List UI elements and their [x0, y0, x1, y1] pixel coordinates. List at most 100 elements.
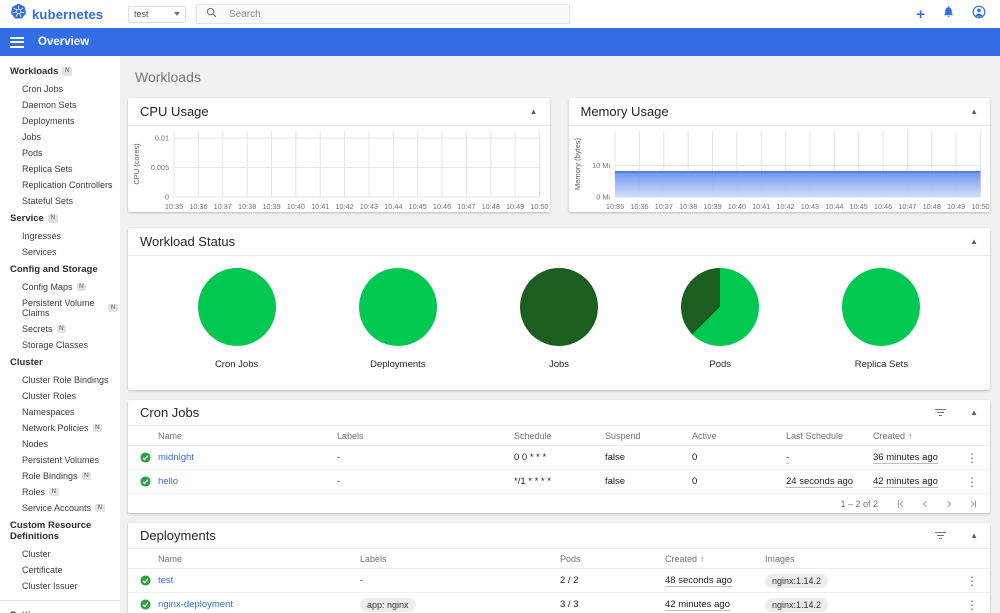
svg-text:10:45: 10:45 [849, 202, 867, 211]
sidebar-item-label: Pods [22, 148, 43, 158]
sidebar-item-stateful-sets[interactable]: Stateful Sets [0, 193, 120, 209]
sidebar-item-ingresses[interactable]: Ingresses [0, 228, 120, 244]
sidebar-group-config-and-storage[interactable]: Config and Storage [0, 260, 120, 279]
resource-link[interactable]: nginx-deployment [158, 599, 233, 610]
sidebar-item-nodes[interactable]: Nodes [0, 436, 120, 452]
sidebar-group-service[interactable]: Service N [0, 209, 120, 228]
sidebar-item-replication-controllers[interactable]: Replication Controllers [0, 177, 120, 193]
pie-chart [681, 268, 760, 346]
create-plus-icon[interactable]: + [916, 7, 925, 22]
sidebar-item-cluster-role-bindings[interactable]: Cluster Role Bindings [0, 372, 120, 388]
sidebar-item-service-accounts[interactable]: Service Accounts N [0, 500, 120, 516]
last-page-icon[interactable] [968, 499, 978, 509]
sidebar-item-certificate[interactable]: Certificate [0, 562, 120, 578]
cell-last-schedule: - [786, 452, 873, 464]
first-page-icon[interactable] [896, 499, 906, 509]
column-header-schedule[interactable]: Schedule [514, 431, 605, 441]
collapse-caret-icon[interactable]: ▲ [970, 237, 978, 246]
sidebar-item-storage-classes[interactable]: Storage Classes [0, 337, 120, 353]
sidebar-item-label: Persistent Volumes [22, 455, 100, 465]
menu-hamburger-icon[interactable] [10, 36, 24, 48]
label-chip: nginx:1.14.2 [765, 597, 829, 612]
column-header-pods[interactable]: Pods [560, 554, 665, 564]
sidebar-item-deployments[interactable]: Deployments [0, 113, 120, 129]
svg-text:10:48: 10:48 [922, 202, 940, 211]
search-input[interactable] [227, 7, 560, 21]
sidebar-item-replica-sets[interactable]: Replica Sets [0, 161, 120, 177]
cell-value: false [605, 452, 626, 463]
cell-name: test [158, 575, 360, 586]
sidebar-item-settings[interactable]: Settings [0, 606, 120, 613]
table-header-row: Name Labels Schedule Suspend Active Last Sche… [128, 426, 990, 446]
namespace-selector[interactable]: test [128, 5, 186, 23]
column-header-name[interactable]: Name [158, 554, 360, 564]
sidebar-item-secrets[interactable]: Secrets N [0, 321, 120, 337]
collapse-caret-icon[interactable]: ▲ [970, 531, 978, 540]
sidebar-item-services[interactable]: Services [0, 244, 120, 260]
svg-text:0.01: 0.01 [155, 134, 169, 143]
cell-value: 2 / 2 [560, 575, 579, 586]
column-header-name[interactable]: Name [158, 431, 337, 441]
sidebar-group-cluster[interactable]: Cluster [0, 353, 120, 372]
cell-value: - [786, 452, 790, 464]
sidebar-item-persistent-volumes[interactable]: Persistent Volumes [0, 452, 120, 468]
cell-suspend: false [605, 452, 692, 463]
sidebar-item-cron-jobs[interactable]: Cron Jobs [0, 81, 120, 97]
sidebar-item-network-policies[interactable]: Network Policies N [0, 420, 120, 436]
sidebar-group-workloads[interactable]: Workloads N [0, 62, 120, 81]
row-kebab-menu-icon[interactable]: ⋮ [954, 451, 990, 465]
resource-link[interactable]: midnight [158, 452, 194, 463]
status-ok-icon [140, 476, 158, 487]
sidebar-item-cluster-issuer[interactable]: Cluster Issuer [0, 578, 120, 594]
row-kebab-menu-icon[interactable]: ⋮ [954, 475, 990, 489]
sidebar-item-roles[interactable]: Roles N [0, 484, 120, 500]
column-header-labels[interactable]: Labels [360, 554, 560, 564]
sidebar-item-cluster-roles[interactable]: Cluster Roles [0, 388, 120, 404]
column-header-last-schedule[interactable]: Last Schedule [786, 431, 873, 441]
sidebar-item-namespaces[interactable]: Namespaces [0, 404, 120, 420]
table-row: test - 2 / 2 48 seconds ago nginx:1.14.2 ⋮ [128, 569, 990, 593]
user-account-icon[interactable] [972, 5, 986, 24]
sidebar-item-cluster[interactable]: Cluster [0, 546, 120, 562]
next-page-icon[interactable] [944, 499, 954, 509]
sidebar-item-persistent-volume-claims[interactable]: Persistent Volume Claims N [0, 295, 120, 321]
pie-label: Jobs [548, 359, 570, 370]
svg-text:10:49: 10:49 [506, 202, 524, 211]
sidebar-group-custom-resource-definitions[interactable]: Custom Resource Definitions [0, 516, 120, 546]
table-row: hello - */1 * * * * false 0 24 seconds ago 42 … [128, 470, 990, 494]
column-header-created[interactable]: Created ↑ [665, 554, 765, 564]
filter-icon[interactable] [935, 408, 947, 417]
previous-page-icon[interactable] [920, 499, 930, 509]
resource-link[interactable]: hello [158, 476, 178, 487]
column-header-labels[interactable]: Labels [337, 431, 514, 441]
column-header-images[interactable]: Images [765, 554, 954, 564]
collapse-caret-icon[interactable]: ▲ [530, 107, 538, 116]
column-header-active[interactable]: Active [692, 431, 786, 441]
column-header-suspend[interactable]: Suspend [605, 431, 692, 441]
sidebar-item-jobs[interactable]: Jobs [0, 129, 120, 145]
collapse-caret-icon[interactable]: ▲ [970, 408, 978, 417]
sidebar-item-role-bindings[interactable]: Role Bindings N [0, 468, 120, 484]
svg-text:10:43: 10:43 [800, 202, 818, 211]
pie-label: Replica Sets [854, 359, 909, 370]
workload-pie-replica-sets: Replica Sets [801, 268, 962, 370]
sidebar-item-label: Secrets [22, 324, 53, 334]
sidebar-item-pods[interactable]: Pods [0, 145, 120, 161]
workload-status-card: Workload Status ▲ Cron Jobs Deployments Jo… [128, 228, 990, 390]
row-kebab-menu-icon[interactable]: ⋮ [954, 598, 990, 612]
filter-icon[interactable] [935, 531, 947, 540]
column-header-created[interactable]: Created ↑ [873, 431, 954, 441]
collapse-caret-icon[interactable]: ▲ [970, 107, 978, 116]
toolbar-title: Overview [38, 36, 90, 48]
cell-value: - [360, 575, 364, 586]
pie-label: Cron Jobs [214, 359, 259, 370]
search-bar[interactable] [196, 4, 570, 24]
sidebar-item-config-maps[interactable]: Config Maps N [0, 279, 120, 295]
sidebar-item-daemon-sets[interactable]: Daemon Sets [0, 97, 120, 113]
row-kebab-menu-icon[interactable]: ⋮ [954, 574, 990, 588]
pie-chart [358, 268, 437, 346]
kubernetes-logo[interactable]: kubernetes [0, 3, 118, 25]
resource-link[interactable]: test [158, 575, 173, 586]
notifications-bell-icon[interactable] [942, 5, 955, 23]
deployments-card: Deployments ▲ Name Labels Pods Created ↑ Imag… [128, 523, 990, 613]
